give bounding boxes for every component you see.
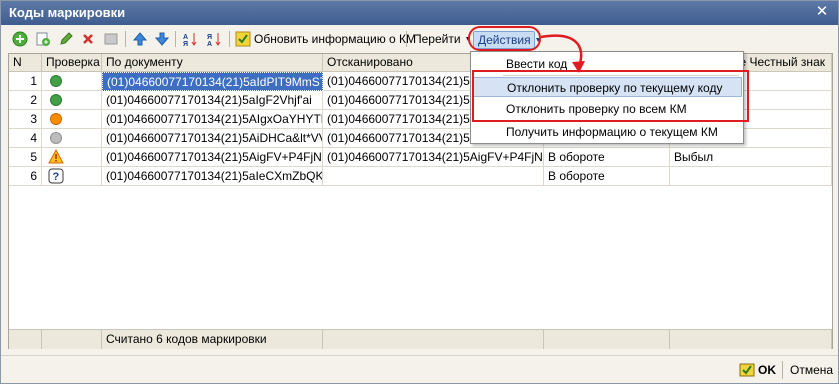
footer-count: Считано 6 кодов маркировки — [102, 330, 323, 349]
refresh-km-label: Обновить информацию о КМ — [254, 32, 417, 46]
ok-icon — [739, 363, 755, 377]
column-header-check[interactable]: Проверка — [42, 54, 102, 72]
footer-cell — [323, 330, 544, 349]
goto-button[interactable]: Перейти ▼ — [413, 30, 472, 48]
row-number: 3 — [9, 110, 42, 129]
refresh-km-button[interactable]: Обновить информацию о КМ — [235, 30, 416, 48]
bottom-separator — [782, 361, 783, 379]
add-icon[interactable] — [11, 30, 29, 48]
state-cell: В обороте — [544, 167, 670, 186]
toolbar-separator — [125, 31, 126, 47]
toolbar: AЯ ЯA Обновить информацию о КМ Перейти ▼… — [1, 27, 838, 51]
row-number: 5 — [9, 148, 42, 167]
state-cell: В обороте — [544, 148, 670, 167]
table-footer: Считано 6 кодов маркировки — [9, 329, 832, 349]
footer-cell — [9, 330, 42, 349]
copy-add-icon[interactable] — [34, 30, 52, 48]
sort-ascending-icon[interactable]: AЯ — [181, 30, 199, 48]
row-number: 2 — [9, 91, 42, 110]
move-up-icon[interactable] — [131, 30, 149, 48]
chestny-znak-cell — [670, 167, 832, 186]
sort-descending-icon[interactable]: ЯA — [205, 30, 223, 48]
toolbar-separator — [175, 31, 176, 47]
edit-icon[interactable] — [57, 30, 75, 48]
status-cell — [42, 129, 102, 148]
warning-icon — [48, 148, 64, 164]
svg-text:?: ? — [53, 171, 60, 183]
cancel-button[interactable]: Отмена — [790, 363, 833, 377]
document-code-cell[interactable]: (01)04660077170134(21)5AIgxOaYHYTKz — [102, 110, 323, 129]
scanned-code-cell: (01)04660077170134(21)5AigFV+P4FjNa — [323, 148, 544, 167]
highlight-oval — [468, 26, 541, 51]
footer-cell — [42, 330, 102, 349]
status-cell: ? — [42, 167, 102, 186]
footer-cell — [670, 330, 832, 349]
document-code-cell[interactable]: (01)04660077170134(21)5AiDHCa&lt*VV — [102, 129, 323, 148]
ok-button[interactable]: OK — [739, 362, 776, 378]
close-icon[interactable]: ✕ — [814, 4, 830, 20]
gray-status-icon — [50, 132, 62, 144]
refresh-icon — [235, 31, 251, 47]
bottom-bar: OK Отмена — [1, 355, 838, 383]
move-down-icon[interactable] — [153, 30, 171, 48]
row-number: 1 — [9, 72, 42, 91]
scanned-code-cell — [323, 167, 544, 186]
highlight-rectangle — [472, 70, 749, 122]
column-header-document[interactable]: По документу — [102, 54, 323, 72]
row-number: 4 — [9, 129, 42, 148]
ok-label: OK — [758, 363, 776, 377]
status-cell — [42, 72, 102, 91]
row-number: 6 — [9, 167, 42, 186]
window-title: Коды маркировки — [9, 5, 126, 20]
menu-item-get-info[interactable]: Получить информацию о текущем КМ — [472, 122, 742, 142]
chestny-znak-cell: Выбыл — [670, 148, 832, 167]
markings-window: Коды маркировки ✕ AЯ ЯA Обновить информа… — [0, 0, 839, 384]
status-cell — [42, 110, 102, 129]
disabled-icon — [102, 30, 120, 48]
document-code-cell[interactable]: (01)04660077170134(21)5aIgF2Vhjf'ai — [102, 91, 323, 110]
question-icon: ? — [48, 168, 64, 184]
toolbar-separator — [229, 31, 230, 47]
status-cell — [42, 91, 102, 110]
column-header-n[interactable]: N — [9, 54, 42, 72]
svg-text:Я: Я — [207, 34, 212, 41]
goto-label: Перейти — [413, 32, 461, 46]
title-bar: Коды маркировки ✕ — [1, 1, 838, 25]
document-code-cell[interactable]: (01)04660077170134(21)5AigFV+P4FjNa — [102, 148, 323, 167]
orange-status-icon — [50, 113, 62, 125]
green-status-icon — [50, 94, 62, 106]
status-cell — [42, 148, 102, 167]
document-code-cell[interactable]: (01)04660077170134(21)5aIeCXmZbQKEl — [102, 167, 323, 186]
svg-text:Я: Я — [183, 41, 188, 47]
svg-text:A: A — [207, 41, 212, 47]
green-status-icon — [50, 75, 62, 87]
toolbar-separator — [406, 31, 407, 47]
table-row[interactable]: 6 ? (01)04660077170134(21)5aIeCXmZbQKEl … — [9, 167, 832, 186]
footer-cell — [544, 330, 670, 349]
table-row[interactable]: 5 (01)04660077170134(21)5AigFV+P4FjNa (0… — [9, 148, 832, 167]
svg-text:A: A — [183, 34, 188, 41]
delete-icon[interactable] — [79, 30, 97, 48]
document-code-cell[interactable]: (01)04660077170134(21)5aIdPIT9MmSTg — [102, 72, 323, 91]
